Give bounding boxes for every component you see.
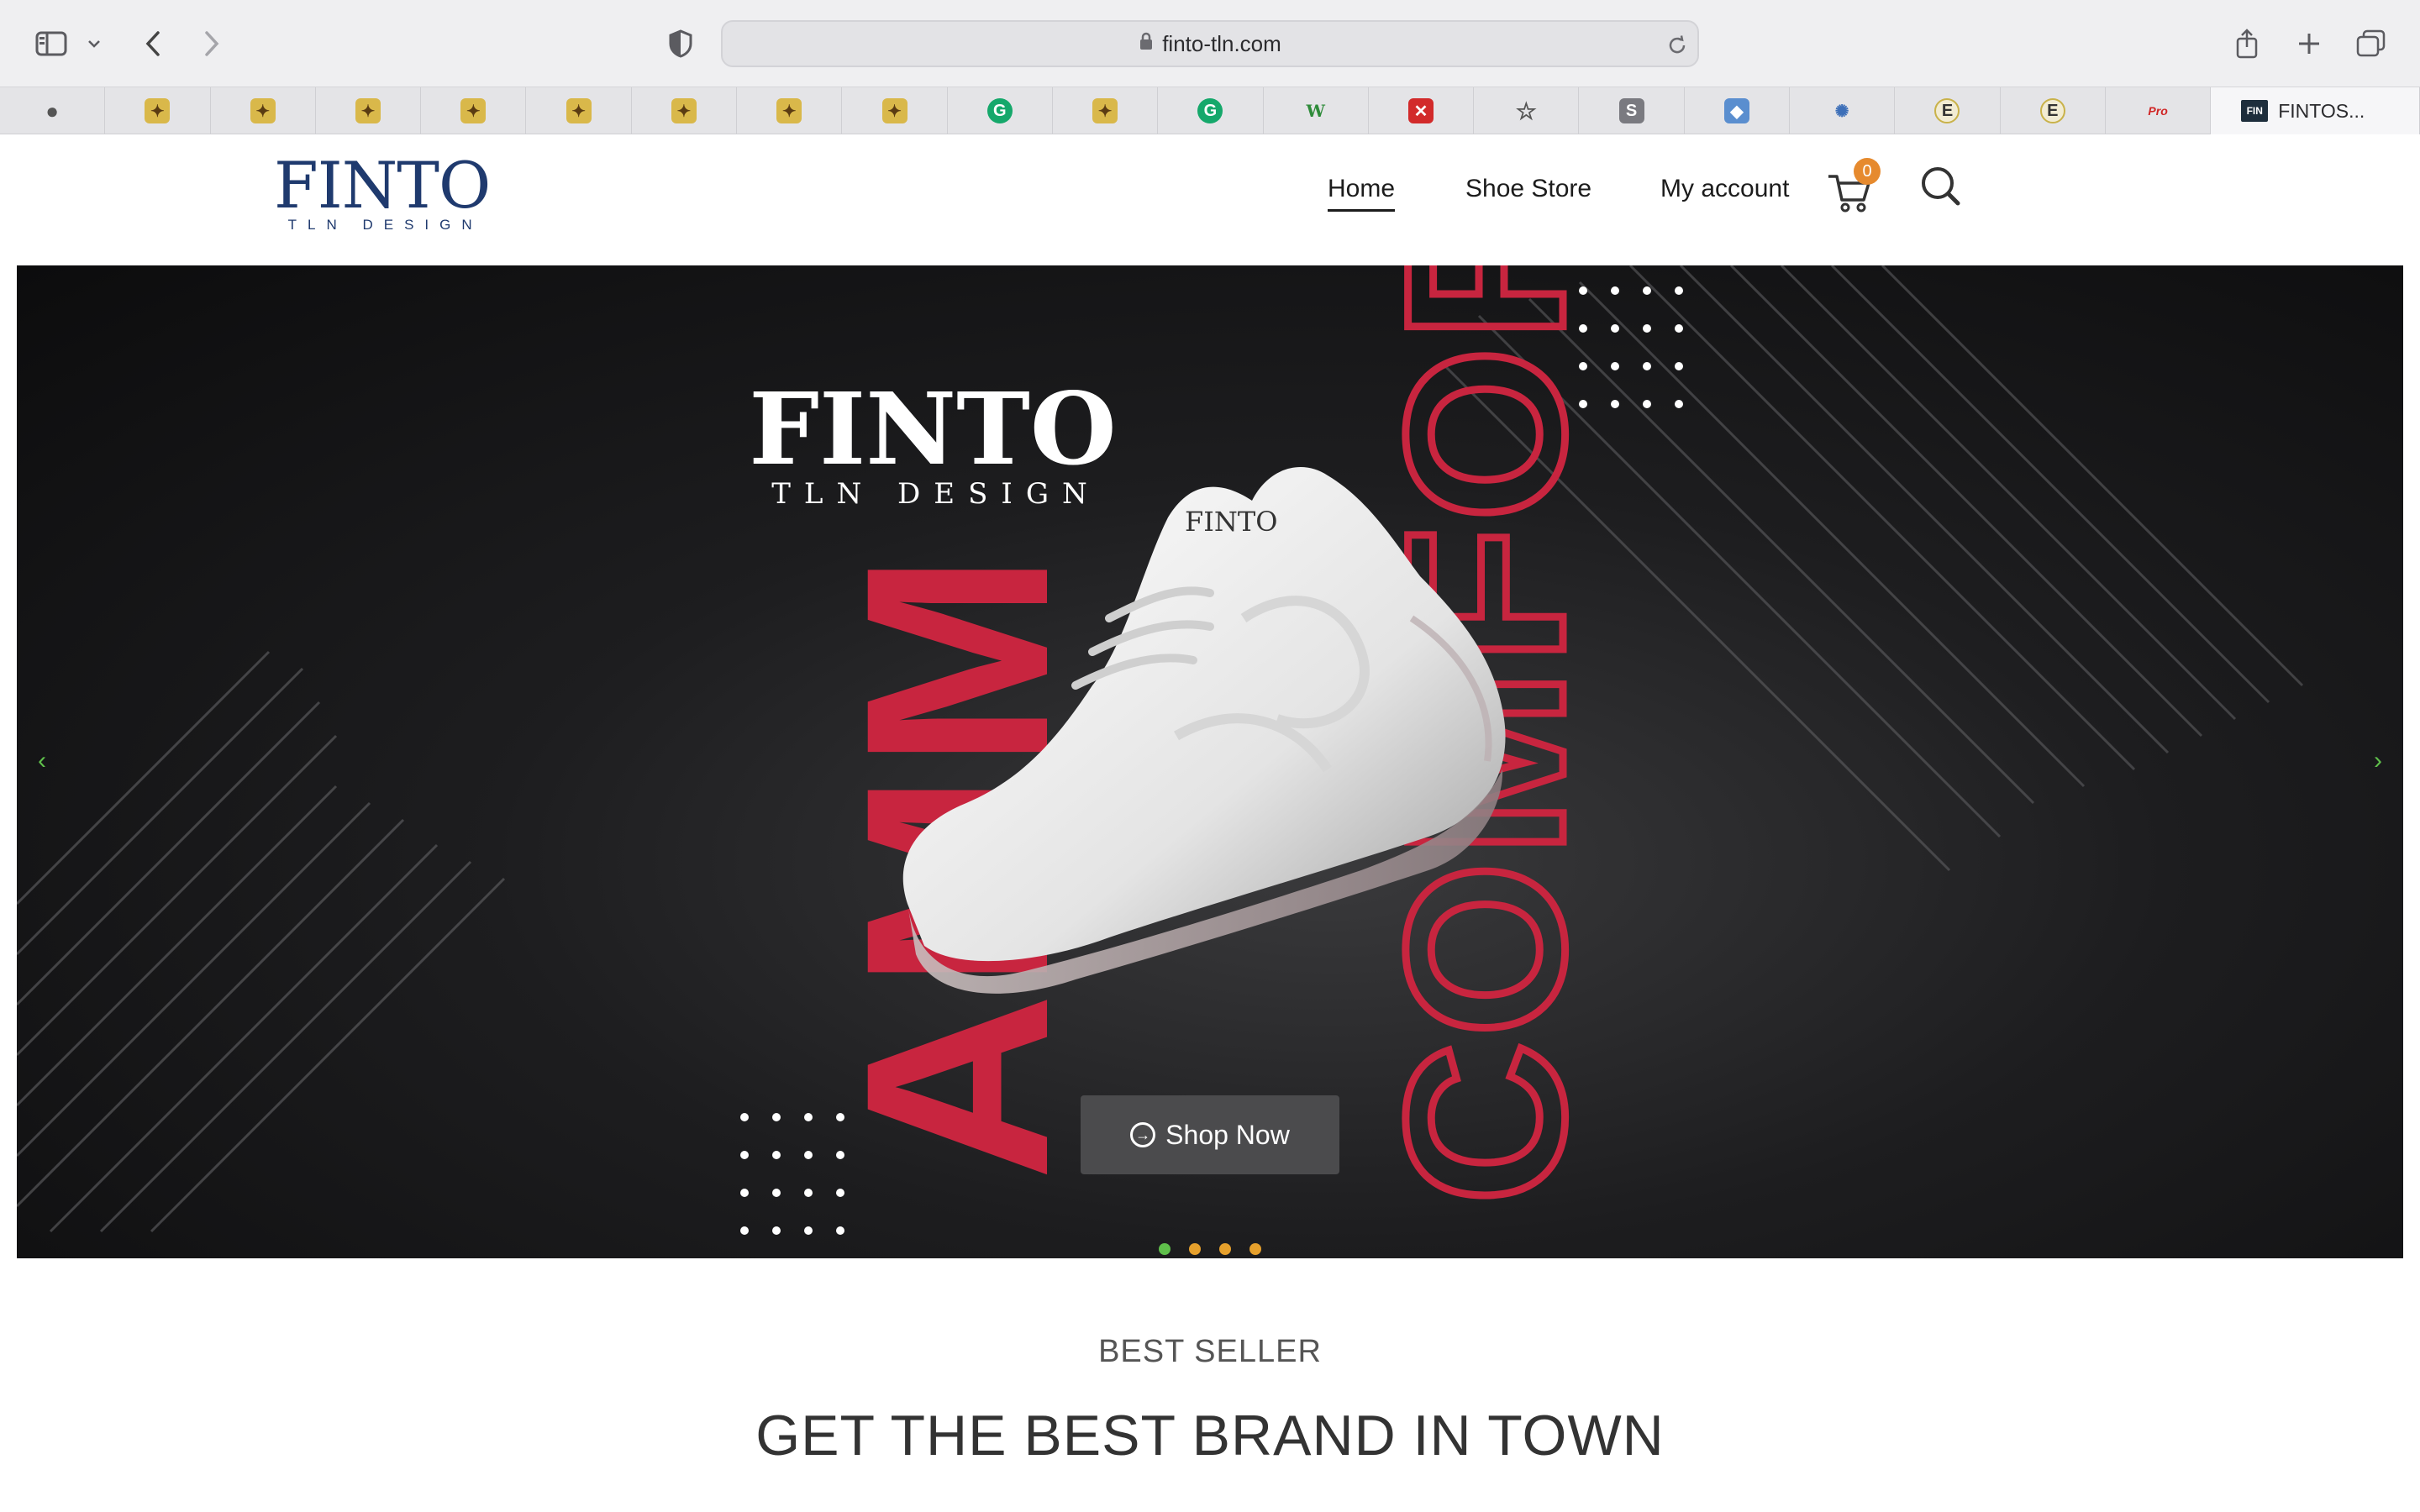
browser-toolbar: finto-tln.com xyxy=(0,0,2420,87)
s-icon: S xyxy=(1618,98,1644,123)
favorite-tab[interactable]: ✦ xyxy=(737,87,843,134)
cat-icon: ✦ xyxy=(671,98,697,123)
site-header: FINTO TLN DESIGN Home Shoe Store My acco… xyxy=(0,134,2420,265)
favorite-e[interactable]: E xyxy=(2001,87,2106,134)
site-logo[interactable]: FINTO TLN DESIGN xyxy=(274,148,491,234)
hero-brand-sub: TLN DESIGN xyxy=(771,477,1101,511)
favorite-tab[interactable]: ✦ xyxy=(105,87,211,134)
cat-icon: ✦ xyxy=(460,98,487,123)
cat-icon: ✦ xyxy=(355,98,381,123)
section-title: GET THE BEST BRAND IN TOWN xyxy=(755,1404,1665,1467)
hero-brand-main: FINTO xyxy=(749,370,1116,487)
share-icon[interactable] xyxy=(2225,22,2269,66)
hero-slider: AMM COMFORT FINTO TLN DESIGN FINTO ‹ › →… xyxy=(17,265,2403,1258)
favorite-s[interactable]: S xyxy=(1579,87,1685,134)
new-tab-icon[interactable] xyxy=(2287,22,2331,66)
reload-icon[interactable] xyxy=(1655,24,1699,67)
favorite-sparkle[interactable]: ✺ xyxy=(1790,87,1896,134)
favorite-shield[interactable]: ✕ xyxy=(1369,87,1475,134)
cat-icon: ✦ xyxy=(566,98,592,123)
favorite-tab[interactable]: ✦ xyxy=(421,87,527,134)
tab-overview-icon[interactable] xyxy=(2349,22,2393,66)
favorite-tab[interactable]: ✦ xyxy=(842,87,948,134)
favorite-grammarly[interactable]: G xyxy=(1158,87,1264,134)
w3-icon: W xyxy=(1306,101,1325,121)
cat-icon: ✦ xyxy=(776,98,802,123)
apple-icon: ● xyxy=(45,97,59,123)
star-icon: ☆ xyxy=(1515,97,1537,124)
favorite-grammarly[interactable]: G xyxy=(948,87,1053,134)
slider-next-arrow[interactable]: › xyxy=(2361,736,2395,786)
slider-dot-2[interactable] xyxy=(1189,1243,1201,1255)
favorite-tab[interactable]: ✦ xyxy=(632,87,738,134)
grammarly-icon: G xyxy=(1197,98,1223,123)
shoe-logo-text: FINTO xyxy=(1185,506,1277,538)
sparkle-icon: ✺ xyxy=(1834,102,1849,121)
cat-icon: ✦ xyxy=(145,98,171,123)
favorite-cube[interactable]: ◆ xyxy=(1685,87,1791,134)
favorite-tab[interactable]: ✦ xyxy=(526,87,632,134)
privacy-shield-icon[interactable] xyxy=(659,22,702,66)
logo-main-text: FINTO xyxy=(274,148,491,223)
active-tab[interactable]: FIN FINTOS... xyxy=(2211,87,2420,134)
cart-count-badge: 0 xyxy=(1854,158,1881,185)
e-icon: E xyxy=(1934,98,1960,123)
lock-icon xyxy=(1139,31,1154,57)
pro-icon: Pro xyxy=(2148,104,2168,118)
slider-dot-1[interactable] xyxy=(1159,1243,1171,1255)
cat-icon: ✦ xyxy=(881,98,908,123)
url-text: finto-tln.com xyxy=(1162,30,1281,56)
active-tab-label: FINTOS... xyxy=(2278,99,2365,122)
nav-home[interactable]: Home xyxy=(1328,175,1396,212)
favorite-w3[interactable]: W xyxy=(1264,87,1369,134)
favorite-apple[interactable]: ● xyxy=(0,87,106,134)
slider-dot-4[interactable] xyxy=(1249,1243,1261,1255)
favorite-pro[interactable]: Pro xyxy=(2106,87,2212,134)
sidebar-toggle-icon[interactable] xyxy=(30,22,74,66)
finto-favicon-icon: FIN xyxy=(2241,100,2269,122)
shop-now-label: Shop Now xyxy=(1165,1119,1290,1150)
cat-icon: ✦ xyxy=(250,98,276,123)
chevron-down-icon[interactable] xyxy=(77,22,111,66)
slider-dot-3[interactable] xyxy=(1219,1243,1231,1255)
favorite-tab[interactable]: ✦ xyxy=(316,87,422,134)
favorites-bar: ● ✦ ✦ ✦ ✦ ✦ ✦ ✦ ✦ G ✦ G W ✕ ☆ S ◆ ✺ E E … xyxy=(0,87,2420,134)
shield-x-icon: ✕ xyxy=(1408,98,1434,123)
favorite-e[interactable]: E xyxy=(1895,87,2001,134)
favorite-tab[interactable]: ✦ xyxy=(211,87,316,134)
arrow-circle-icon: → xyxy=(1130,1122,1156,1147)
grammarly-icon: G xyxy=(986,98,1013,123)
address-bar[interactable]: finto-tln.com xyxy=(721,20,1699,67)
cat-icon: ✦ xyxy=(1092,98,1118,123)
nav-my-account[interactable]: My account xyxy=(1660,175,1789,203)
e-icon: E xyxy=(2039,98,2065,123)
cube-icon: ◆ xyxy=(1723,98,1749,123)
shop-now-button[interactable]: → Shop Now xyxy=(1081,1095,1339,1174)
slider-prev-arrow[interactable]: ‹ xyxy=(25,736,59,786)
search-icon[interactable] xyxy=(1919,165,1963,208)
nav-shoe-store[interactable]: Shoe Store xyxy=(1465,175,1591,203)
logo-sub-text: TLN DESIGN xyxy=(287,217,483,233)
section-eyebrow: BEST SELLER xyxy=(1098,1334,1322,1369)
favorite-star[interactable]: ☆ xyxy=(1474,87,1580,134)
back-icon[interactable] xyxy=(131,22,175,66)
forward-icon[interactable] xyxy=(190,22,234,66)
favorite-tab[interactable]: ✦ xyxy=(1053,87,1159,134)
